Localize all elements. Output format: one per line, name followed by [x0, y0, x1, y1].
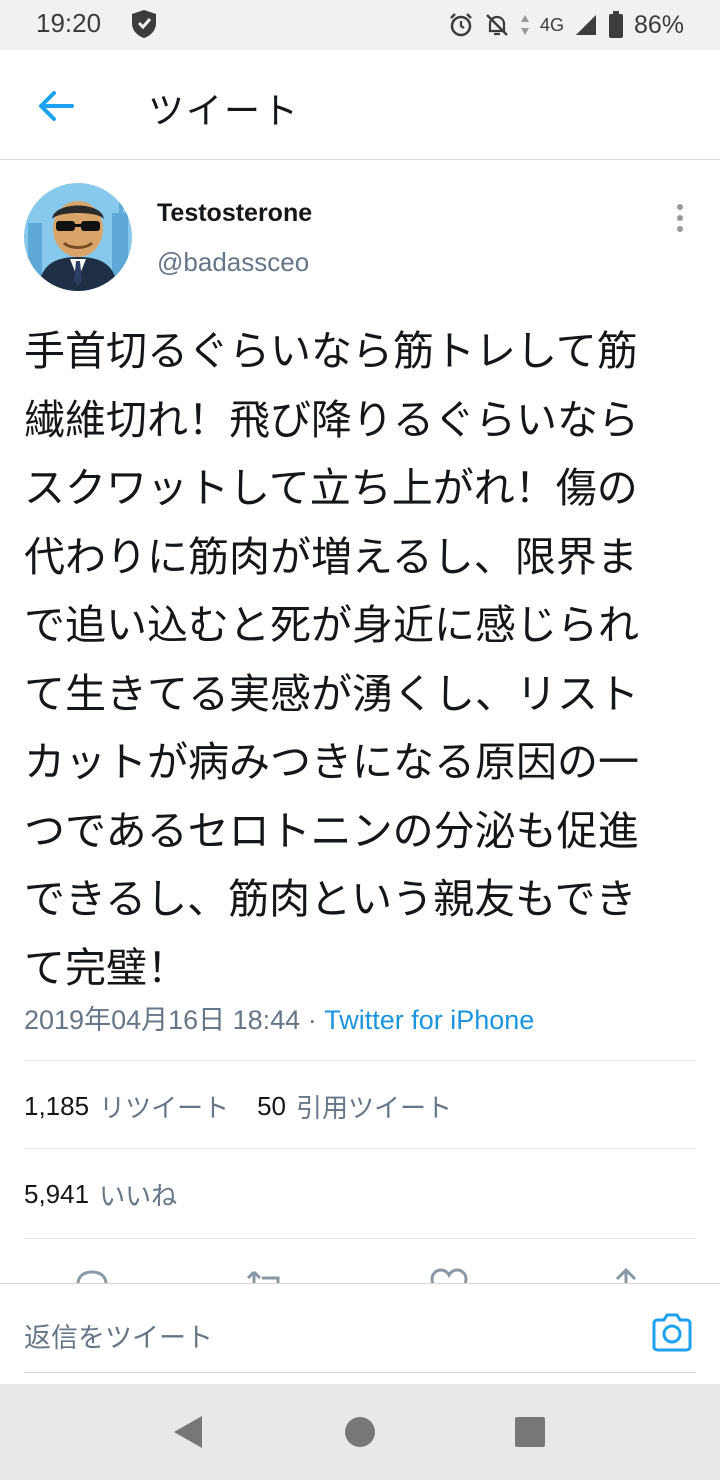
recents-square-icon[interactable]	[512, 1414, 548, 1450]
quote-count: 50	[257, 1091, 287, 1121]
camera-icon[interactable]	[650, 1311, 694, 1353]
tweet-text-line: できるし、筋肉という親友もでき	[24, 875, 637, 923]
retweet-stats[interactable]: 1,185 リツイート 50 引用ツイート	[24, 1088, 452, 1125]
status-time: 19:20	[36, 8, 102, 38]
reply-underline	[24, 1372, 696, 1373]
divider	[24, 1238, 696, 1239]
like-count: 5,941	[24, 1179, 90, 1209]
more-options-icon[interactable]	[674, 203, 686, 233]
battery-icon	[608, 11, 623, 38]
tweet-text-line: つであるセロトニンの分泌も促進	[24, 806, 639, 855]
data-arrows-icon	[520, 15, 529, 35]
meta-separator: ·	[300, 1005, 325, 1035]
tweet-text-line: 手首切るぐらいなら筋トレして筋	[24, 327, 638, 375]
tweet-meta: 2019年04月16日 18:44 · Twitter for iPhone	[24, 998, 534, 1037]
reply-input[interactable]: 返信をツイート	[24, 1316, 213, 1355]
divider	[24, 1060, 696, 1061]
tweet-timestamp: 2019年04月16日 18:44	[24, 1005, 301, 1035]
avatar[interactable]	[24, 183, 132, 291]
home-circle-icon[interactable]	[342, 1414, 378, 1450]
reply-icon[interactable]	[72, 1266, 112, 1284]
tweet-text-line: カットが病みつきになる原因の一	[24, 738, 639, 786]
quote-label: 引用ツイート	[296, 1093, 453, 1123]
divider	[24, 1148, 696, 1149]
app-header: ツイート	[0, 50, 720, 160]
reply-composer[interactable]: 返信をツイート	[0, 1283, 720, 1383]
page-title: ツイート	[148, 91, 301, 132]
tweet-text-line: 繊維切れ！飛び降りるぐらいなら	[24, 395, 639, 444]
alarm-icon	[450, 13, 472, 37]
avatar-illustration	[24, 183, 132, 291]
back-triangle-icon[interactable]	[170, 1414, 206, 1450]
tweet-text-line: て生きてる実感が湧くし、リスト	[24, 669, 639, 718]
like-label: いいね	[99, 1181, 178, 1211]
tweet-text-line: 代わりに筋肉が増えるし、限界ま	[24, 532, 638, 581]
signal-icon	[575, 15, 596, 35]
status-bar: 19:20 4G 86%	[0, 0, 720, 50]
retweet-label: リツイート	[99, 1093, 230, 1123]
arrow-left-icon[interactable]	[34, 84, 78, 128]
network-type: 4G	[539, 14, 564, 35]
author-handle[interactable]: @badassceo	[157, 247, 309, 278]
battery-percent: 86%	[633, 10, 684, 39]
share-icon[interactable]	[606, 1266, 646, 1284]
tweet-text: 手首切るぐらいなら筋トレして筋 繊維切れ！飛び降りるぐらいなら スクワットして立…	[24, 317, 696, 1002]
notifications-off-icon	[486, 14, 508, 36]
tweet-source-link[interactable]: Twitter for iPhone	[324, 1005, 534, 1035]
system-nav-bar	[0, 1384, 720, 1480]
author-name[interactable]: Testosterone	[157, 199, 312, 228]
tweet-actions	[0, 1240, 720, 1284]
retweet-count: 1,185	[24, 1091, 90, 1121]
tweet-text-line: て完璧！	[24, 943, 188, 992]
tweet-text-line: で追い込むと死が身近に感じられ	[24, 601, 639, 649]
shield-icon	[132, 10, 156, 38]
tweet-text-line: スクワットして立ち上がれ！傷の	[24, 464, 638, 512]
like-icon[interactable]	[428, 1266, 470, 1284]
tweet-author: Testosterone @badassceo	[24, 183, 696, 295]
retweet-icon[interactable]	[244, 1266, 288, 1284]
like-stats[interactable]: 5,941 いいね	[24, 1176, 177, 1213]
